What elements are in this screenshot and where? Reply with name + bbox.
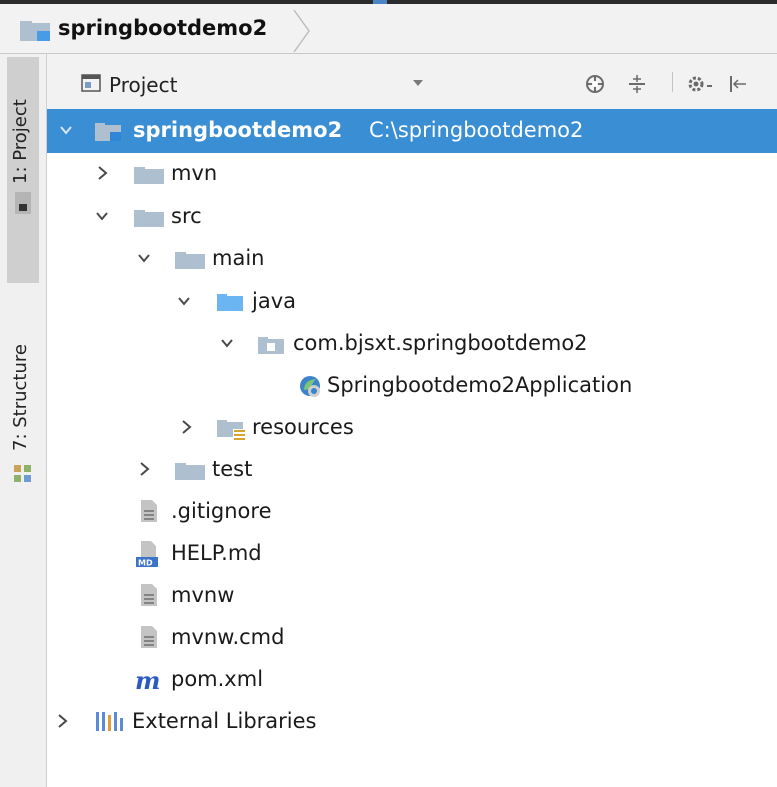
tree-node-resources[interactable]: resources [47, 406, 777, 448]
tree-node-mvnw[interactable]: mvnw [47, 574, 777, 616]
help-label: HELP.md [171, 541, 262, 565]
tree-node-mvn[interactable]: mvn [47, 152, 777, 194]
collapse-all-icon[interactable] [627, 74, 647, 94]
mvnw-cmd-label: mvnw.cmd [171, 625, 285, 649]
app-class-label: Springbootdemo2Application [327, 373, 633, 397]
expand-arrow-icon[interactable] [179, 419, 193, 435]
structure-tab-label[interactable]: 7: Structure [10, 344, 31, 451]
breadcrumb-project[interactable]: springbootdemo2 [58, 16, 267, 40]
tree-node-mvnw-cmd[interactable]: mvnw.cmd [47, 616, 777, 658]
project-tree: springbootdemo2 C:\springbootdemo2 mvn s… [47, 109, 777, 733]
spring-boot-class-icon [300, 376, 320, 397]
tree-node-main[interactable]: main [47, 237, 777, 279]
tool-window-strip: 1: Project 7: Structure [0, 54, 47, 787]
src-label: src [171, 204, 202, 228]
java-label: java [252, 289, 296, 313]
tree-node-help[interactable]: MD HELP.md [47, 532, 777, 574]
external-libraries-label: External Libraries [132, 709, 317, 733]
collapse-arrow-icon[interactable] [59, 122, 73, 138]
project-panel-header: Project [47, 54, 777, 109]
tree-node-external-libraries[interactable]: External Libraries [47, 700, 777, 742]
tree-node-package[interactable]: com.bjsxt.springbootdemo2 [47, 322, 777, 364]
tree-node-app-class[interactable]: Springbootdemo2Application [47, 364, 777, 406]
resources-label: resources [252, 415, 354, 439]
folder-icon [175, 463, 205, 480]
collapse-arrow-icon[interactable] [95, 208, 109, 224]
project-view-title[interactable]: Project [109, 73, 177, 97]
navigation-bar: springbootdemo2 [0, 4, 777, 54]
test-label: test [212, 457, 253, 481]
project-view-icon [81, 74, 101, 92]
view-dropdown-icon[interactable] [412, 79, 424, 87]
project-folder-icon [20, 21, 50, 41]
expand-arrow-icon[interactable] [137, 461, 151, 477]
pom-label: pom.xml [171, 667, 264, 691]
gear-icon[interactable] [686, 74, 716, 94]
text-file-icon [141, 584, 157, 606]
text-file-icon [141, 626, 157, 648]
tree-node-gitignore[interactable]: .gitignore [47, 490, 777, 532]
mvn-label: mvn [171, 161, 218, 185]
breadcrumb-chevron-icon [293, 9, 310, 53]
maven-icon: m [135, 668, 160, 692]
svg-text:m: m [135, 668, 160, 692]
svg-text:MD: MD [138, 559, 153, 568]
root-path: C:\springbootdemo2 [369, 118, 584, 142]
toolbar-separator [672, 72, 673, 92]
mvnw-label: mvnw [171, 583, 235, 607]
collapse-arrow-icon[interactable] [220, 335, 234, 351]
tree-node-root[interactable]: springbootdemo2 C:\springbootdemo2 [47, 109, 777, 153]
project-tab-icon [15, 192, 31, 214]
text-file-icon [141, 500, 157, 522]
tree-node-src[interactable]: src [47, 195, 777, 237]
folder-icon [134, 210, 164, 227]
tree-node-java[interactable]: java [47, 280, 777, 322]
structure-tab-icon [14, 465, 31, 482]
expand-arrow-icon[interactable] [55, 713, 69, 729]
package-label: com.bjsxt.springbootdemo2 [293, 331, 588, 355]
folder-icon [134, 167, 164, 184]
root-label: springbootdemo2 [133, 118, 343, 142]
expand-arrow-icon[interactable] [95, 165, 109, 181]
project-tab-label[interactable]: 1: Project [10, 99, 31, 184]
project-folder-icon [95, 123, 121, 141]
tree-node-test[interactable]: test [47, 448, 777, 490]
libraries-icon [96, 712, 123, 731]
scroll-from-source-icon[interactable] [585, 74, 605, 94]
hide-panel-icon[interactable] [728, 74, 748, 94]
collapse-arrow-icon[interactable] [137, 250, 151, 266]
tree-node-pom[interactable]: m pom.xml [47, 658, 777, 700]
folder-icon [175, 252, 205, 269]
collapse-arrow-icon[interactable] [177, 293, 191, 309]
source-folder-icon [217, 294, 243, 311]
main-label: main [212, 246, 265, 270]
gitignore-label: .gitignore [171, 499, 272, 523]
markdown-file-icon: MD [136, 541, 158, 568]
package-icon [258, 337, 284, 354]
resources-folder-icon [217, 420, 245, 440]
